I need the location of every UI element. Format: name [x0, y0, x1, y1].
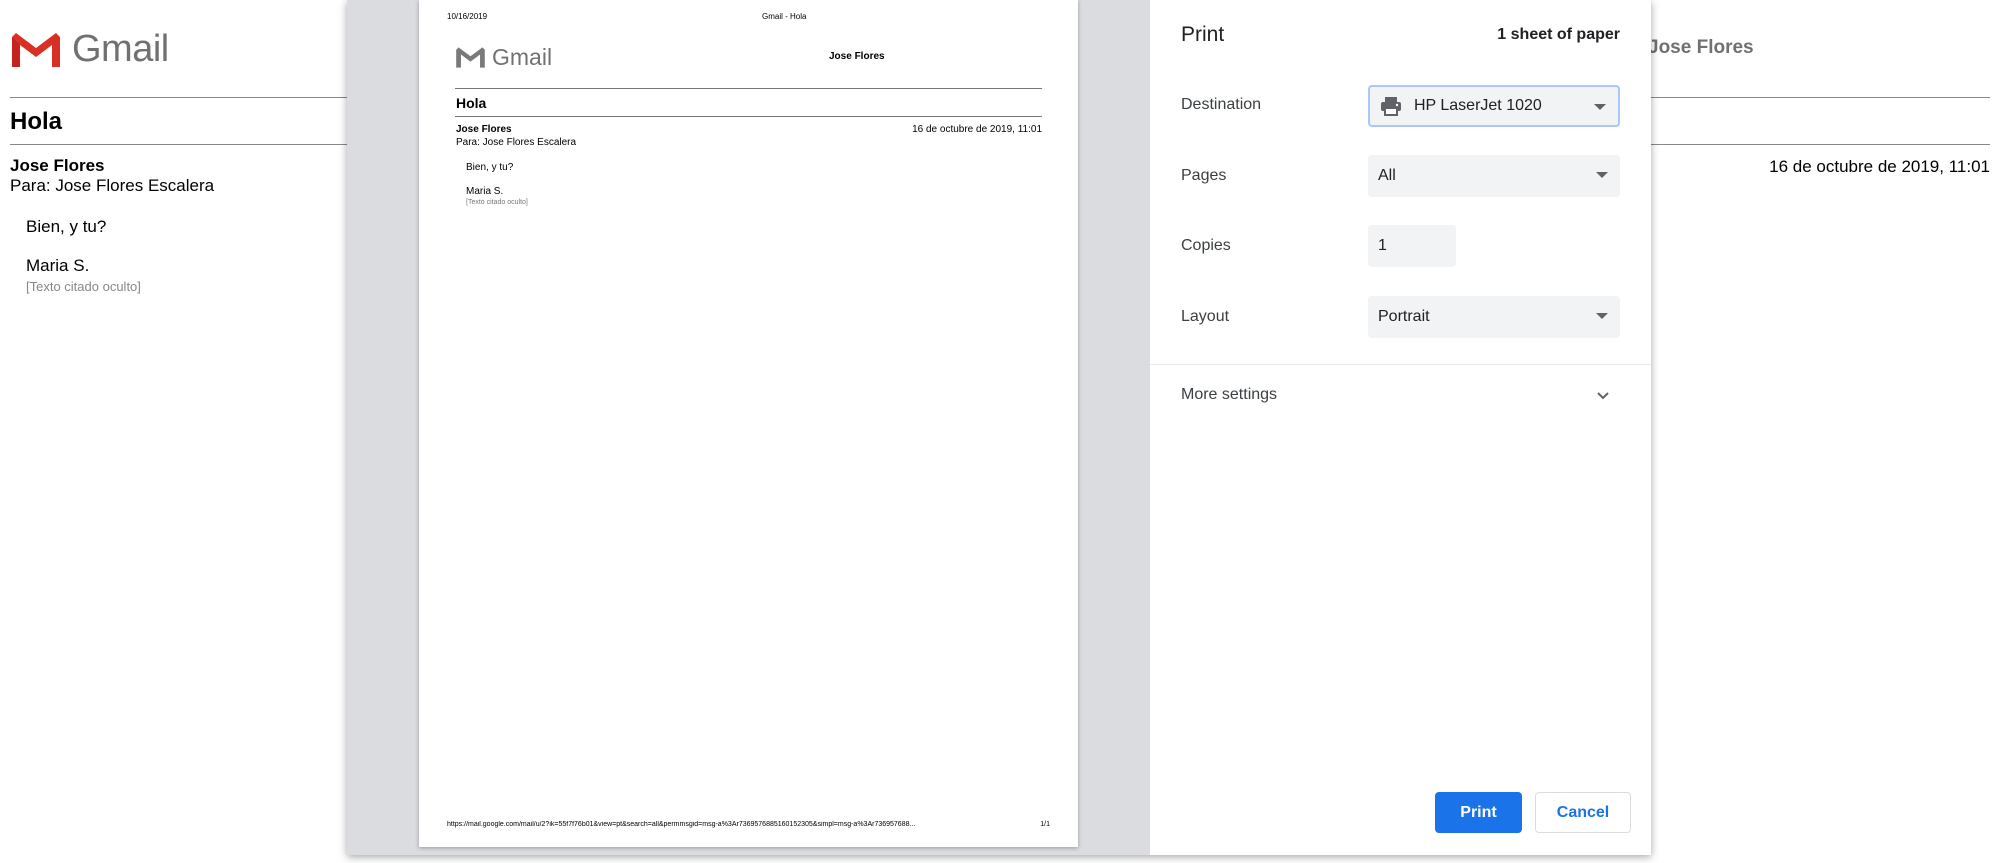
divider: [1150, 364, 1651, 365]
page-footer-number: 1/1: [1040, 821, 1050, 828]
email-sender: Jose Flores: [10, 156, 105, 175]
print-dialog: 10/16/2019 Gmail - Hola Gmail Jose Flore…: [347, 0, 1651, 855]
quoted-text-note: [Texto citado oculto]: [26, 279, 141, 294]
email-date: 16 de octubre de 2019, 11:01: [1769, 157, 1990, 176]
email-body-line: Bien, y tu?: [26, 217, 107, 236]
account-name: Jose Flores: [1648, 37, 1754, 58]
chevron-down-icon[interactable]: [1595, 388, 1611, 404]
preview-subject: Hola: [456, 95, 487, 111]
copies-value: 1: [1378, 237, 1387, 254]
pages-label: Pages: [1181, 167, 1227, 184]
preview-sender: Jose Flores: [456, 124, 512, 135]
email-body-line: Maria S.: [26, 256, 90, 275]
destination-value: HP LaserJet 1020: [1414, 97, 1542, 114]
preview-date: 16 de octubre de 2019, 11:01: [912, 124, 1042, 135]
layout-select[interactable]: Portrait: [1368, 296, 1620, 338]
pages-value: All: [1378, 167, 1396, 184]
print-button[interactable]: Print: [1435, 792, 1522, 833]
destination-label: Destination: [1181, 96, 1262, 113]
gmail-m-icon: [12, 32, 60, 67]
copies-label: Copies: [1181, 237, 1231, 254]
email-subject: Hola: [10, 108, 63, 135]
preview-page: 10/16/2019 Gmail - Hola Gmail Jose Flore…: [419, 0, 1078, 847]
preview-logo-text: Gmail: [492, 44, 553, 70]
preview-account-name: Jose Flores: [829, 51, 885, 62]
caret-down-icon: [1596, 172, 1608, 178]
cancel-button[interactable]: Cancel: [1535, 792, 1631, 833]
page-header-date: 10/16/2019: [447, 12, 488, 21]
layout-value: Portrait: [1378, 308, 1430, 325]
page-header-title: Gmail - Hola: [762, 12, 807, 21]
preview-recipient: Para: Jose Flores Escalera: [456, 137, 577, 148]
gmail-logo-text: Gmail: [72, 28, 169, 70]
caret-down-icon: [1596, 313, 1608, 319]
caret-down-icon: [1594, 104, 1606, 110]
preview-body-line: Maria S.: [466, 186, 504, 197]
pages-select[interactable]: All: [1368, 155, 1620, 197]
gmail-m-icon: [456, 47, 485, 68]
divider: [455, 88, 1042, 89]
print-settings-panel: Print 1 sheet of paper Destination HP La…: [1149, 0, 1651, 855]
email-recipient: Para: Jose Flores Escalera: [10, 176, 215, 195]
more-settings-toggle[interactable]: More settings: [1181, 386, 1277, 404]
destination-select[interactable]: HP LaserJet 1020: [1368, 85, 1620, 127]
preview-gmail-logo: Gmail: [455, 44, 552, 71]
page-footer-url: https://mail.google.com/mail/u/2?ik=55f7…: [447, 821, 916, 828]
printer-icon: [1381, 97, 1401, 116]
preview-body-line: Bien, y tu?: [466, 162, 514, 173]
divider: [455, 116, 1042, 117]
sheet-count: 1 sheet of paper: [1497, 26, 1620, 43]
print-preview-area[interactable]: 10/16/2019 Gmail - Hola Gmail Jose Flore…: [347, 0, 1149, 855]
gmail-logo: Gmail: [10, 28, 169, 71]
copies-input[interactable]: 1: [1368, 225, 1456, 267]
layout-label: Layout: [1181, 308, 1230, 325]
preview-quoted-text: [Texto citado oculto]: [466, 199, 528, 206]
dialog-title: Print: [1181, 23, 1225, 46]
